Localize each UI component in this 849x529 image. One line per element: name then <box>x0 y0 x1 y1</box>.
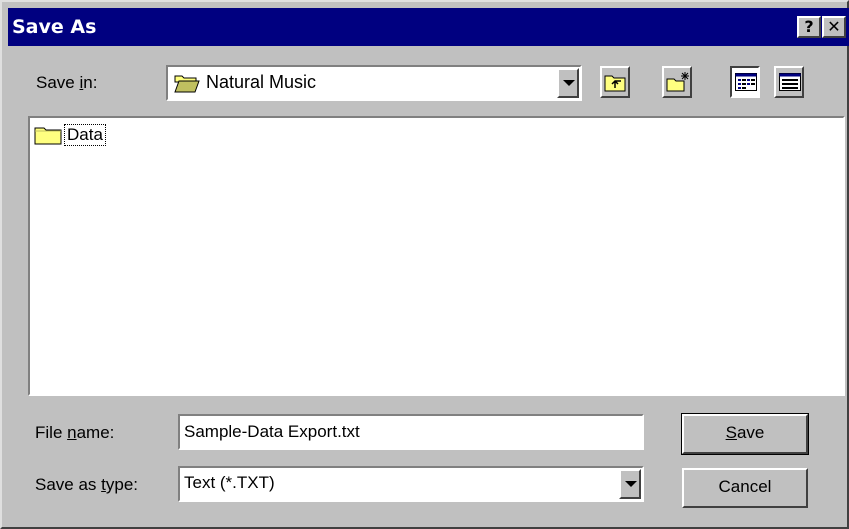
save-as-type-label: Save as type: <box>35 475 139 494</box>
save-as-dialog: Save As ? ✕ Save in: Natural Music Data … <box>0 0 849 529</box>
create-new-folder-icon <box>666 71 690 98</box>
save-in-value: Natural Music <box>206 72 317 92</box>
up-one-level-button[interactable] <box>600 66 630 98</box>
create-new-folder-button[interactable] <box>662 66 692 98</box>
window-title: Save As <box>12 16 97 38</box>
list-view-icon <box>735 73 757 96</box>
save-button[interactable]: Save <box>681 413 809 455</box>
open-folder-icon <box>174 72 200 99</box>
details-view-icon <box>779 73 801 96</box>
up-one-level-icon <box>604 71 626 98</box>
folder-icon <box>34 125 62 150</box>
save-in-dropdown[interactable]: Natural Music <box>166 65 582 101</box>
save-in-dropdown-button[interactable] <box>557 68 579 98</box>
save-in-label: Save in: <box>36 73 98 92</box>
file-name-label: File name: <box>35 423 115 442</box>
details-view-button[interactable] <box>774 66 804 98</box>
file-name-field[interactable]: Sample-Data Export.txt <box>178 414 644 450</box>
help-button[interactable]: ? <box>797 16 821 38</box>
file-name-value: Sample-Data Export.txt <box>184 422 360 441</box>
title-bar[interactable]: Save As ? ✕ <box>8 8 849 46</box>
save-as-type-value: Text (*.TXT) <box>184 473 275 492</box>
file-list[interactable]: Data <box>28 116 845 396</box>
save-as-type-dropdown[interactable]: Text (*.TXT) <box>178 466 644 502</box>
cancel-button[interactable]: Cancel <box>682 468 808 508</box>
list-view-button[interactable] <box>730 66 760 98</box>
list-item-label: Data <box>64 124 106 146</box>
close-button[interactable]: ✕ <box>822 16 846 38</box>
save-as-type-dropdown-button[interactable] <box>619 469 641 499</box>
